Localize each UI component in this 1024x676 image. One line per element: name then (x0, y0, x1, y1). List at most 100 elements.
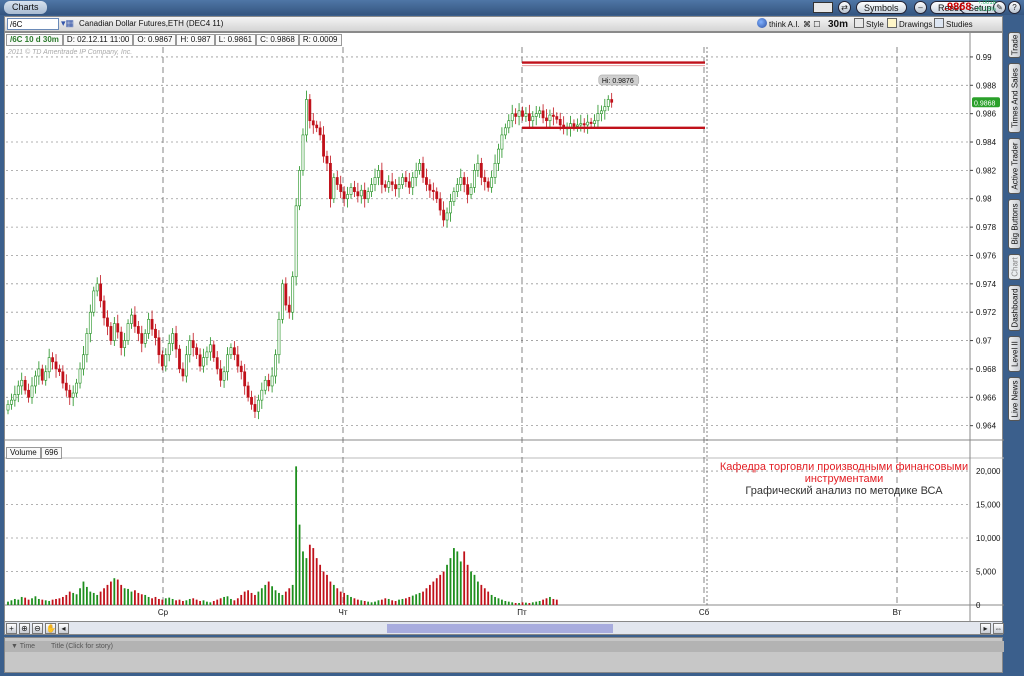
volume-bar (521, 602, 524, 605)
think-ai-button[interactable]: think A.I. (757, 18, 800, 31)
timeframe-selector[interactable]: 30m (828, 18, 848, 31)
volume-bar (106, 584, 109, 605)
candle-body (150, 318, 154, 330)
price-tick-label: 0.98 (976, 195, 992, 204)
candle-body (593, 120, 596, 124)
window-size-box[interactable] (813, 2, 833, 13)
volume-bar (332, 584, 335, 605)
detach-icon[interactable]: ⇄ (838, 1, 851, 14)
drawings-button[interactable]: Drawings (887, 18, 932, 31)
volume-bar (312, 548, 315, 605)
sidebar-tab-big-buttons[interactable]: Big Buttons (1008, 199, 1021, 249)
chart-panel[interactable]: 0.964 0.966 0.968 0.97 0.972 0.974 0.976 0.978 0… (4, 32, 1004, 635)
sidebar-tab-times-and-sales[interactable]: Times And Sales (1008, 63, 1021, 133)
candle-body (500, 134, 504, 150)
news-time-column[interactable]: ▼ Time (11, 641, 35, 652)
candle-body (483, 177, 487, 183)
candle-body (106, 317, 109, 327)
candle-body (579, 123, 583, 126)
zoom-out-icon[interactable]: ⊖ (32, 623, 43, 634)
volume-bar (363, 600, 366, 605)
scroll-thumb[interactable] (387, 624, 613, 633)
candle-body (589, 121, 593, 124)
symbols-button[interactable]: Symbols (856, 1, 907, 14)
volume-bar (195, 599, 198, 605)
sidebar-tab-label: Level II (1010, 341, 1019, 367)
candle-body (329, 162, 332, 200)
candle-body (250, 396, 253, 405)
studies-button[interactable]: Studies (934, 18, 973, 31)
style-icon (854, 18, 864, 28)
sidebar-tab-trade[interactable]: Trade (1008, 32, 1021, 58)
think-ai-label: think A.I. (769, 20, 800, 29)
volume-bar (531, 602, 534, 605)
volume-bar (487, 591, 490, 605)
candle-body (256, 399, 260, 412)
candle-body (435, 191, 439, 200)
candle-body (503, 127, 507, 136)
candle-body (208, 344, 212, 353)
candle-body (373, 177, 377, 185)
volume-bar (58, 598, 61, 605)
bar-date: D: 02.12.11 11:00 (62, 34, 134, 46)
minus-icon[interactable]: – (914, 1, 927, 14)
sidebar-tab-label: Trade (1010, 34, 1019, 56)
candle-body (126, 323, 130, 341)
volume-bar (250, 592, 253, 605)
studies-icon (934, 18, 944, 28)
candle-body (102, 300, 106, 319)
candle-body (239, 365, 243, 373)
candle-body (308, 99, 312, 122)
pan-hand-icon[interactable]: ✋ (45, 623, 56, 634)
volume-bar (158, 598, 160, 605)
sidebar-tab-level-ii[interactable]: Level II (1008, 336, 1021, 372)
candle-body (54, 361, 58, 370)
volume-bar (346, 594, 349, 605)
sidebar-tab-live-news[interactable]: Live News (1008, 377, 1021, 421)
candle-body (586, 121, 590, 126)
candle-body (64, 382, 68, 391)
help-icon[interactable]: ? (1008, 1, 1021, 14)
candle-body (212, 344, 216, 358)
sidebar-tab-chart[interactable]: Chart (1008, 254, 1021, 280)
volume-bar (113, 578, 116, 605)
volume-label[interactable]: Volume (6, 447, 41, 459)
candle-body (325, 155, 329, 164)
candle-body (154, 328, 157, 339)
news-title-column[interactable]: Title (Click for story) (51, 641, 113, 652)
price-tick-label: 0.982 (976, 166, 997, 175)
volume-bar (103, 588, 105, 605)
zoom-area-icon[interactable]: ⊕ (19, 623, 30, 634)
candle-body (401, 177, 404, 185)
trading-app-window: Charts ⇄ Symbols – Reset Setup ✎ ? ▾▦ Ca… (0, 0, 1024, 676)
expand-icon[interactable]: ⇔ (993, 623, 1004, 634)
volume-bar (110, 581, 112, 605)
candle-body (534, 113, 538, 117)
scroll-left-icon[interactable]: ◂ (58, 623, 69, 634)
style-button[interactable]: Style (854, 18, 884, 31)
chart-tools-icons[interactable]: ⌘ ☐ (803, 18, 820, 31)
sidebar-tab-active-trader[interactable]: Active Trader (1008, 138, 1021, 194)
volume-bar (233, 600, 236, 605)
sidebar-tab-dashboard[interactable]: Dashboard (1008, 285, 1021, 331)
zoom-in-icon[interactable]: + (6, 623, 17, 634)
symbol-input[interactable] (7, 18, 59, 30)
volume-bar (61, 596, 64, 605)
price-tick-label: 0.984 (976, 138, 997, 147)
scroll-right-icon[interactable]: ▸ (980, 623, 991, 634)
symbol-lookup-icon[interactable]: ▾▦ (61, 18, 74, 29)
candle-body (119, 331, 123, 348)
volume-bar (456, 551, 459, 605)
charts-tab[interactable]: Charts (4, 1, 47, 14)
symbol-period[interactable]: /6C 10 d 30m (6, 34, 63, 46)
volume-bar (442, 571, 445, 605)
candle-body (6, 404, 10, 411)
candle-body (205, 351, 209, 358)
time-axis-label: Пт (517, 608, 527, 617)
volume-bar (31, 598, 33, 605)
candle-body (490, 177, 494, 188)
candle-body (178, 348, 181, 370)
chart-canvas[interactable]: 0.964 0.966 0.968 0.97 0.972 0.974 0.976 0.978 0… (5, 33, 1004, 621)
candle-body (332, 177, 336, 200)
chart-scrollbar[interactable]: + ⊕ ⊖ ✋ ◂ ▸ ⇔ (4, 621, 1004, 635)
